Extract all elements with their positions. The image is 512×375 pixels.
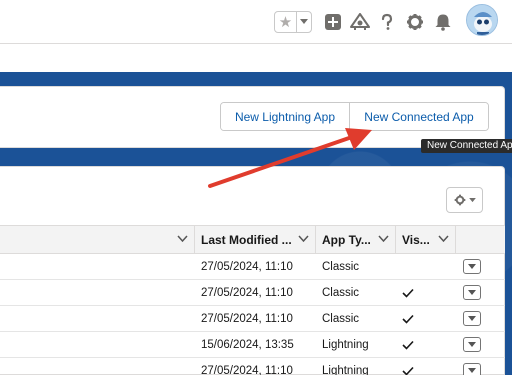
- visible-cell: [402, 280, 414, 306]
- visible-cell: [402, 332, 414, 358]
- help-icon[interactable]: [377, 12, 397, 32]
- app-type-cell: Classic: [322, 287, 360, 299]
- chevron-down-icon[interactable]: [378, 235, 389, 243]
- last-modified-cell: 27/05/2024, 11:10: [201, 287, 293, 299]
- row-actions-button[interactable]: [463, 259, 481, 274]
- chevron-down-icon: [468, 289, 476, 295]
- chevron-down-icon: [468, 315, 476, 321]
- visible-cell: [402, 306, 414, 332]
- checkmark-icon: [402, 288, 414, 298]
- column-label: App Ty...: [322, 233, 371, 247]
- app-type-cell: Lightning: [322, 339, 369, 351]
- column-header-last-modified[interactable]: Last Modified ...: [195, 226, 316, 254]
- last-modified-cell: 27/05/2024, 11:10: [201, 313, 293, 325]
- chevron-down-icon[interactable]: [177, 235, 188, 243]
- avatar[interactable]: [466, 4, 498, 36]
- row-actions-button[interactable]: [463, 311, 481, 326]
- chevron-down-icon: [468, 263, 476, 269]
- star-icon[interactable]: ★: [275, 12, 297, 32]
- column-label: Vis...: [402, 233, 430, 247]
- notifications-icon[interactable]: [433, 12, 453, 32]
- table-row: 27/05/2024, 11:10 Classic: [0, 306, 505, 332]
- gear-icon: [454, 194, 465, 206]
- last-modified-cell: 27/05/2024, 11:10: [201, 365, 293, 375]
- column-header-app-name[interactable]: [0, 226, 195, 254]
- tooltip: New Connected App: [421, 139, 512, 153]
- favorites-control[interactable]: ★: [274, 11, 312, 33]
- app-type-cell: Lightning: [322, 365, 369, 375]
- chevron-down-icon: [468, 197, 476, 202]
- row-actions-button[interactable]: [463, 337, 481, 352]
- new-lightning-app-button[interactable]: New Lightning App: [221, 103, 350, 130]
- chevron-down-icon[interactable]: [298, 235, 309, 243]
- column-header-visible[interactable]: Vis...: [396, 226, 456, 254]
- chevron-down-icon: [468, 341, 476, 347]
- global-header: ★: [0, 0, 512, 44]
- column-header-app-type[interactable]: App Ty...: [316, 226, 396, 254]
- header-button-group: New Lightning App New Connected App: [220, 102, 489, 131]
- table-row: 27/05/2024, 11:10 Classic: [0, 280, 505, 306]
- chevron-down-icon[interactable]: [297, 12, 311, 32]
- list-view-controls-button[interactable]: [446, 187, 483, 213]
- add-icon[interactable]: [323, 12, 343, 32]
- last-modified-cell: 27/05/2024, 11:10: [201, 261, 293, 273]
- table-row: 27/05/2024, 11:10 Lightning: [0, 358, 505, 375]
- trailhead-icon[interactable]: [350, 12, 370, 32]
- checkmark-icon: [402, 314, 414, 324]
- table-row: 15/06/2024, 13:35 Lightning: [0, 332, 505, 358]
- checkmark-icon: [402, 366, 414, 375]
- settings-icon[interactable]: [405, 12, 425, 32]
- checkmark-icon: [402, 340, 414, 350]
- app-type-cell: Classic: [322, 313, 360, 325]
- row-actions-button[interactable]: [463, 285, 481, 300]
- table-header: Last Modified ... App Ty... Vis...: [0, 225, 505, 254]
- row-actions-button[interactable]: [463, 363, 481, 375]
- last-modified-cell: 15/06/2024, 13:35: [201, 339, 294, 351]
- column-label: Last Modified ...: [201, 233, 292, 247]
- app-type-cell: Classic: [322, 261, 360, 273]
- chevron-down-icon: [468, 367, 476, 373]
- visible-cell: [402, 358, 414, 375]
- table-row: 27/05/2024, 11:10 Classic: [0, 254, 505, 280]
- chevron-down-icon[interactable]: [438, 235, 449, 243]
- new-connected-app-button[interactable]: New Connected App: [350, 103, 488, 130]
